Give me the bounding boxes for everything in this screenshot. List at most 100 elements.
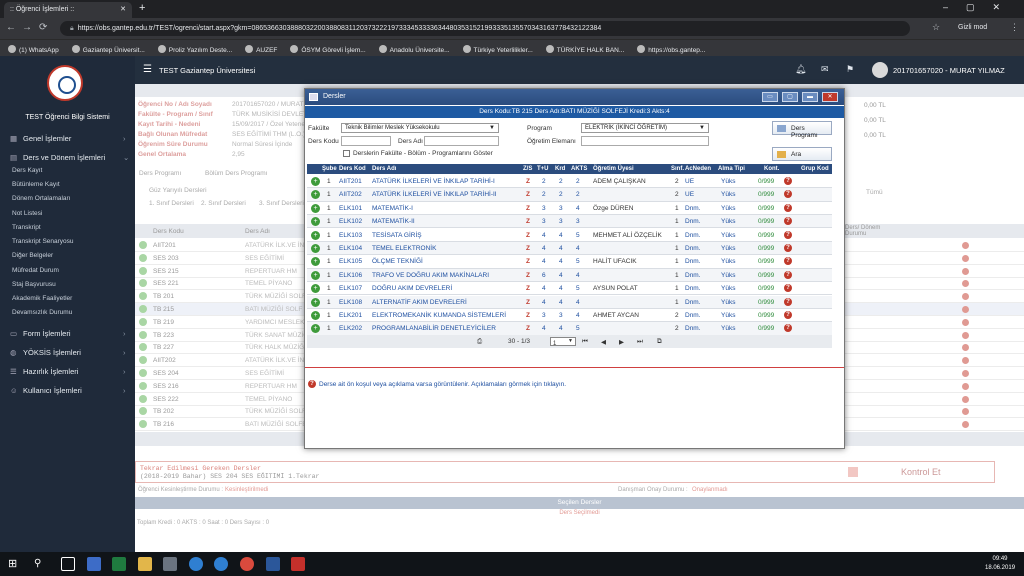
add-course-icon[interactable]: + bbox=[311, 217, 320, 227]
add-course-icon[interactable] bbox=[139, 266, 147, 275]
sidebar-sub-item[interactable]: Müfredat Durum bbox=[12, 267, 59, 274]
info-icon[interactable]: ? bbox=[784, 230, 792, 239]
sidebar-item-hazirlik[interactable]: ☰ Hazırlık İşlemleri › bbox=[10, 367, 126, 376]
flag-icon[interactable]: ⚑ bbox=[846, 64, 854, 75]
store-icon[interactable] bbox=[87, 557, 101, 571]
sidebar-sub-item[interactable]: Staj Başvurusu bbox=[12, 281, 56, 288]
avatar[interactable] bbox=[872, 62, 888, 78]
add-course-icon[interactable] bbox=[139, 317, 147, 326]
ders-programi-button[interactable]: Ders Programı bbox=[772, 121, 832, 139]
word-icon[interactable] bbox=[266, 557, 280, 571]
add-course-icon[interactable]: + bbox=[311, 244, 320, 253]
sidebar-item-yoksis[interactable]: ◍ YÖKSİS İşlemleri › bbox=[10, 348, 126, 357]
add-course-icon[interactable] bbox=[139, 394, 147, 403]
excel-icon[interactable] bbox=[112, 557, 126, 571]
add-course-icon[interactable]: + bbox=[311, 190, 320, 200]
sidebar-sub-item[interactable]: Bütünleme Kayıt bbox=[12, 181, 60, 188]
add-course-icon[interactable] bbox=[139, 279, 147, 288]
info-icon[interactable] bbox=[962, 318, 969, 326]
window-controls[interactable]: –▢✕ bbox=[943, 2, 1018, 13]
bell-icon[interactable]: 🔔︎ bbox=[795, 64, 806, 75]
info-icon[interactable]: ? bbox=[784, 190, 792, 199]
add-course-icon[interactable]: + bbox=[311, 203, 320, 213]
tab-sinif-3[interactable]: 3. Sınıf Dersleri bbox=[259, 200, 304, 207]
info-icon[interactable] bbox=[962, 408, 969, 416]
sidebar-sub-item[interactable]: Akademik Faaliyetler bbox=[12, 295, 72, 302]
table-row[interactable]: +1 ELK108 ALTERNATİF AKIM DEVRELERİ Z 4 4 4 1 Dn… bbox=[307, 295, 832, 309]
info-icon[interactable] bbox=[962, 344, 969, 352]
bookmark-item[interactable]: Proliz Yazılım Deste... bbox=[150, 40, 235, 54]
add-course-icon[interactable]: + bbox=[311, 297, 320, 307]
table-row[interactable]: +1 ELK105 ÖLÇME TEKNİĞİ Z 4 4 5 HALİT UFACIK 1 Dn… bbox=[307, 255, 832, 269]
prev-page-icon[interactable]: ◀ bbox=[601, 338, 606, 346]
edge-icon[interactable] bbox=[189, 557, 203, 571]
info-icon[interactable]: ? bbox=[784, 244, 792, 252]
radio-all[interactable]: Tümü bbox=[866, 189, 883, 196]
ie-icon[interactable] bbox=[214, 557, 228, 571]
table-row[interactable]: +1 ELK103 TESİSATA GİRİŞ Z 4 4 5 MEHMET ALİ ÖZÇ… bbox=[307, 228, 832, 242]
info-icon[interactable]: ? bbox=[784, 284, 792, 293]
add-course-icon[interactable] bbox=[139, 330, 147, 339]
info-icon[interactable]: ? bbox=[784, 217, 792, 226]
bookmark-star-icon[interactable]: ☆ bbox=[932, 22, 940, 33]
bookmark-item[interactable]: TÜRKİYE HALK BAN... bbox=[538, 40, 628, 54]
info-icon[interactable]: ? bbox=[784, 324, 792, 333]
add-course-icon[interactable] bbox=[139, 407, 147, 416]
last-page-icon[interactable]: ⏭ bbox=[637, 338, 643, 346]
hamburger-icon[interactable]: ☰ bbox=[143, 64, 152, 75]
sidebar-sub-item[interactable]: Transkript bbox=[12, 224, 41, 231]
sidebar-item-genel[interactable]: ▦ Genel İşlemler › bbox=[10, 134, 126, 143]
info-icon[interactable] bbox=[962, 306, 969, 313]
kontrol-et-button[interactable]: Kontrol Et bbox=[901, 467, 941, 477]
bookmark-item[interactable]: https://obs.gantep... bbox=[629, 40, 708, 54]
add-course-icon[interactable] bbox=[139, 356, 147, 365]
tab-ders-programi[interactable]: Ders Programı bbox=[139, 170, 181, 177]
bookmark-item[interactable]: Anadolu Üniversite... bbox=[371, 40, 453, 54]
print-icon[interactable]: ⎙ bbox=[477, 338, 482, 346]
info-icon[interactable]: ? bbox=[784, 270, 792, 279]
add-course-icon[interactable]: + bbox=[311, 230, 320, 240]
info-icon[interactable] bbox=[962, 370, 969, 377]
ara-button[interactable]: Ara bbox=[772, 147, 832, 161]
maximize-icon[interactable]: ▬ bbox=[802, 92, 818, 102]
sidebar-sub-item[interactable]: Not Listesi bbox=[12, 210, 42, 217]
add-course-icon[interactable]: + bbox=[311, 177, 320, 186]
reload-icon[interactable]: ⟳ bbox=[39, 22, 47, 33]
sidebar-sub-item[interactable]: Devamsızlık Durumu bbox=[12, 309, 72, 316]
ders-kodu-input[interactable] bbox=[341, 136, 391, 146]
page-select[interactable]: 1 ▼ bbox=[550, 337, 576, 347]
pdf-icon[interactable] bbox=[291, 557, 305, 571]
menu-dots-icon[interactable]: ⋮ bbox=[1010, 22, 1019, 33]
task-view-icon[interactable] bbox=[61, 557, 75, 571]
sidebar-sub-item[interactable]: Ders Kayıt bbox=[12, 167, 42, 174]
add-course-icon[interactable] bbox=[139, 241, 147, 249]
program-select[interactable]: ELEKTRİK (İKİNCİ ÖĞRETİM) ▼ bbox=[581, 123, 709, 133]
info-icon[interactable] bbox=[962, 280, 969, 288]
table-row[interactable]: +1 AIIT202 ATATÜRK İLKELERİ VE İNKILAP TAR… bbox=[307, 188, 832, 202]
close-icon[interactable]: ✕ bbox=[822, 92, 838, 102]
tab-sinif-2[interactable]: 2. Sınıf Dersleri bbox=[201, 200, 246, 207]
close-tab-icon[interactable]: ✕ bbox=[120, 5, 126, 13]
add-course-icon[interactable] bbox=[139, 420, 147, 429]
tab-bolum-ders-programi[interactable]: Bölüm Ders Programı bbox=[205, 170, 268, 177]
app-icon[interactable] bbox=[163, 557, 177, 571]
info-icon[interactable]: ? bbox=[784, 257, 792, 266]
add-course-icon[interactable] bbox=[139, 369, 147, 377]
info-icon[interactable]: ? bbox=[784, 311, 792, 319]
print-icon[interactable]: ▭ bbox=[762, 92, 778, 102]
add-course-icon[interactable]: + bbox=[311, 324, 320, 334]
new-tab-icon[interactable]: + bbox=[139, 2, 145, 14]
info-icon[interactable] bbox=[962, 395, 969, 403]
info-icon[interactable] bbox=[962, 357, 969, 365]
bookmark-item[interactable]: Türkiye Yeterlilikler... bbox=[455, 40, 536, 54]
ders-adi-input[interactable] bbox=[424, 136, 499, 146]
sidebar-item-ders-donem[interactable]: ▤ Ders ve Dönem İşlemleri ⌄ bbox=[10, 153, 129, 162]
info-icon[interactable] bbox=[962, 293, 969, 301]
incognito-label[interactable]: Gizli mod bbox=[958, 24, 987, 31]
add-course-icon[interactable] bbox=[139, 343, 147, 352]
bookmark-item[interactable]: ÖSYM Görevli İşlem... bbox=[282, 40, 368, 54]
user-name[interactable]: 201701657020 - MURAT YILMAZ bbox=[893, 66, 1005, 75]
add-course-icon[interactable]: + bbox=[311, 270, 320, 280]
tab-sinif-1[interactable]: 1. Sınıf Dersleri bbox=[149, 200, 194, 207]
info-icon[interactable] bbox=[962, 242, 969, 249]
